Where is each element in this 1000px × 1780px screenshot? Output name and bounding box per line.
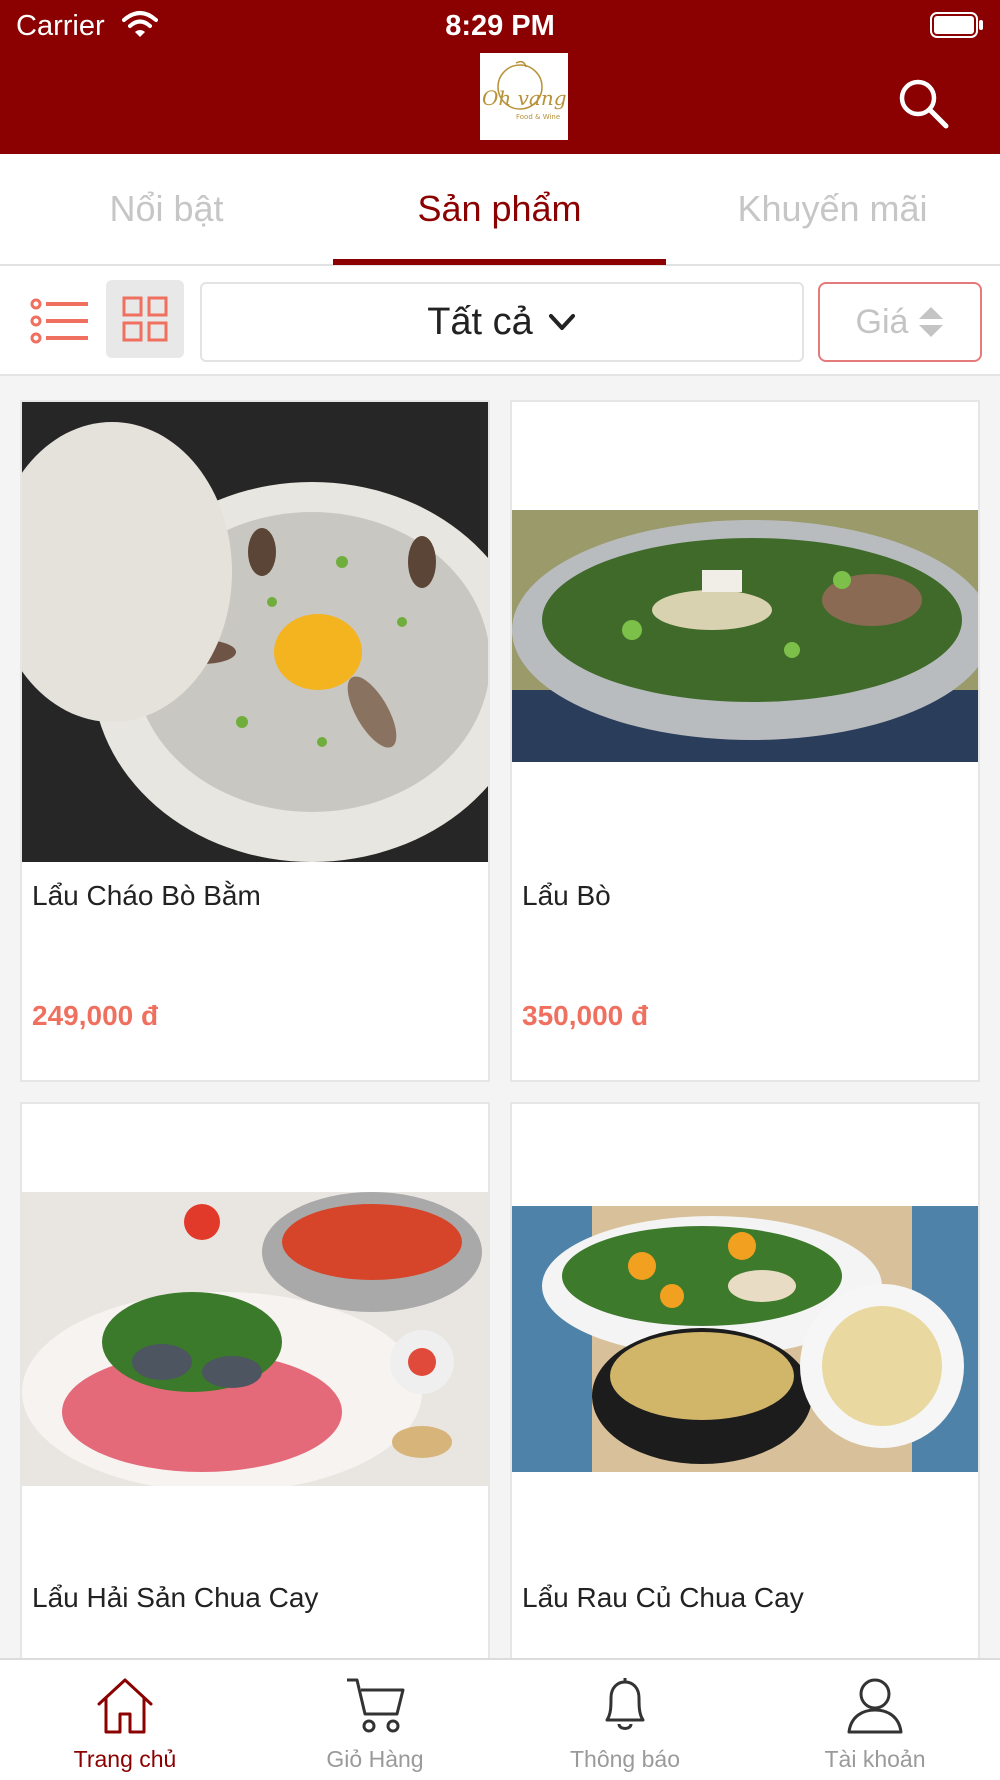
category-selected-label: Tất cả: [427, 300, 533, 343]
chevron-down-icon: [548, 314, 575, 330]
nav-cart-label: Giỏ Hàng: [326, 1746, 424, 1772]
app-header: Carrier 8:29 PM Oh vang Food & Wine: [0, 0, 1000, 154]
grid-view-icon: [122, 296, 168, 342]
nav-home[interactable]: Trang chủ: [0, 1660, 250, 1780]
product-image: [512, 510, 978, 762]
nav-home-label: Trang chủ: [73, 1746, 177, 1772]
product-image: [22, 402, 488, 862]
bottom-nav: Trang chủ Giỏ Hàng Thông báo Tài khoản: [0, 1658, 1000, 1780]
status-time: 8:29 PM: [445, 10, 555, 42]
status-bar: Carrier 8:29 PM: [0, 0, 1000, 52]
product-name: Lẩu Cháo Bò Bằm: [32, 880, 261, 911]
brand-logo[interactable]: Oh vang Food & Wine: [480, 53, 568, 140]
battery-icon: [930, 12, 983, 38]
logo-subtext: Food & Wine: [516, 113, 560, 121]
product-name: Lẩu Bò: [522, 880, 611, 911]
category-dropdown[interactable]: Tất cả: [200, 282, 804, 362]
filter-bar: Tất cả Giá: [0, 266, 1000, 376]
list-view-icon[interactable]: [30, 296, 92, 346]
product-card[interactable]: Lẩu Rau Củ Chua Cay: [510, 1102, 980, 1702]
nav-cart[interactable]: Giỏ Hàng: [250, 1660, 500, 1780]
product-price: 249,000 đ: [32, 1000, 159, 1031]
nav-account[interactable]: Tài khoản: [750, 1660, 1000, 1780]
nav-notifications-label: Thông báo: [570, 1746, 680, 1772]
tab-products[interactable]: Sản phẩm: [333, 154, 666, 264]
price-sort-button[interactable]: Giá: [818, 282, 982, 362]
product-name: Lẩu Hải Sản Chua Cay: [32, 1582, 319, 1613]
product-card[interactable]: Lẩu Hải Sản Chua Cay: [20, 1102, 490, 1702]
cart-icon: [347, 1678, 405, 1733]
sort-label: Giá: [855, 302, 909, 341]
product-image: [512, 1206, 978, 1472]
user-icon: [847, 1678, 903, 1734]
product-name: Lẩu Rau Củ Chua Cay: [522, 1582, 804, 1613]
nav-notifications[interactable]: Thông báo: [500, 1660, 750, 1780]
active-tab-indicator: [333, 259, 666, 265]
tab-promotions[interactable]: Khuyến mãi: [666, 154, 999, 264]
home-icon: [97, 1678, 153, 1734]
sort-arrows-icon: [919, 307, 944, 337]
tab-featured[interactable]: Nổi bật: [0, 154, 333, 264]
nav-account-label: Tài khoản: [824, 1746, 926, 1772]
grid-view-button[interactable]: [106, 280, 184, 358]
search-icon[interactable]: [896, 76, 950, 130]
logo-text: Oh vang: [482, 86, 567, 110]
product-image: [22, 1192, 488, 1486]
bell-icon: [605, 1678, 645, 1730]
product-card[interactable]: Lẩu Cháo Bò Bằm 249,000 đ: [20, 400, 490, 1082]
category-tabs: Nổi bật Sản phẩm Khuyến mãi: [0, 154, 1000, 266]
product-price: 350,000 đ: [522, 1000, 649, 1031]
product-card[interactable]: Lẩu Bò 350,000 đ: [510, 400, 980, 1082]
